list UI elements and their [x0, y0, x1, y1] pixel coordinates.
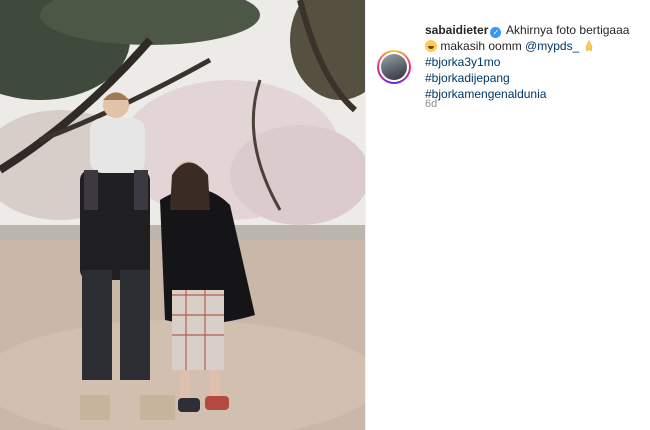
hashtag-link[interactable]: #bjorkadijepang: [425, 70, 640, 86]
post-photo[interactable]: [0, 0, 365, 430]
hashtag-link[interactable]: #bjorka3y1mo: [425, 54, 640, 70]
verified-badge-icon: ✓: [490, 27, 502, 38]
avatar-border: [379, 52, 409, 82]
username-link[interactable]: sabaidieter: [425, 23, 488, 37]
mention-link[interactable]: @mypds_: [525, 39, 579, 53]
caption-text: sabaidieter ✓ Akhirnya foto bertigaaa mak…: [425, 22, 640, 102]
post-timestamp[interactable]: 6d: [425, 98, 437, 110]
folded-hands-emoji-icon: [585, 40, 592, 52]
grinning-sweat-emoji-icon: [425, 40, 437, 52]
caption-second-line: makasih oomm: [440, 39, 522, 53]
avatar: [381, 54, 407, 80]
hashtag-link[interactable]: #bjorkamengenaldunia: [425, 86, 640, 102]
photo-scene: [0, 0, 365, 430]
caption-first-line: Akhirnya foto bertigaaa: [506, 23, 630, 37]
avatar-story-ring[interactable]: [377, 50, 411, 84]
panel-divider: [365, 0, 366, 430]
